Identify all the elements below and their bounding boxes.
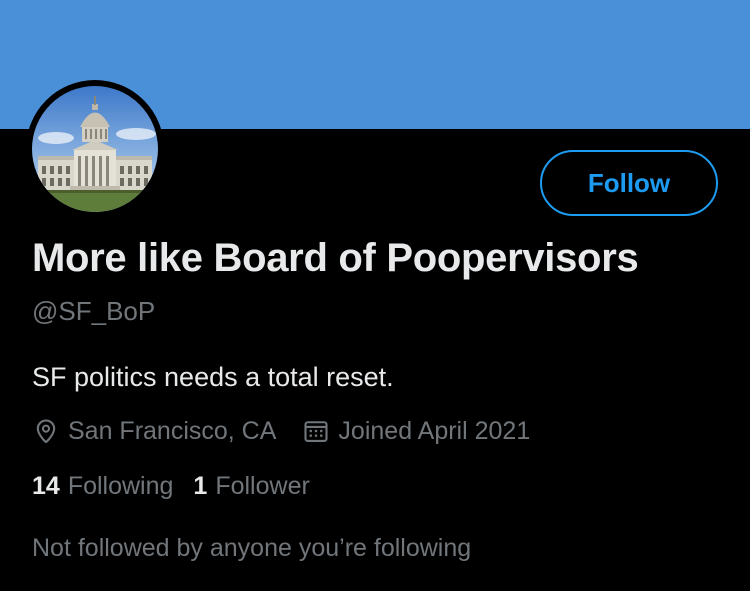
location-text: San Francisco, CA bbox=[68, 416, 277, 445]
calendar-icon bbox=[302, 417, 330, 445]
location: San Francisco, CA bbox=[32, 417, 276, 446]
following-label: Following bbox=[67, 472, 174, 500]
display-name: More like Board of Poopervisors bbox=[32, 236, 639, 280]
followers-count: 1 bbox=[193, 472, 208, 500]
follow-button[interactable]: Follow bbox=[540, 150, 718, 216]
followers-link[interactable]: 1 Follower bbox=[193, 472, 309, 501]
followed-by-note: Not followed by anyone you’re following bbox=[32, 534, 472, 562]
profile-meta: San Francisco, CA Joined April 2021 bbox=[32, 414, 530, 448]
handle: @SF_BoP bbox=[32, 296, 156, 326]
location-pin-icon bbox=[32, 417, 60, 445]
profile-stats: 14 Following 1 Follower bbox=[32, 472, 310, 501]
avatar[interactable] bbox=[26, 80, 164, 218]
following-count: 14 bbox=[32, 472, 60, 500]
following-link[interactable]: 14 Following bbox=[32, 472, 173, 501]
join-date-text: Joined April 2021 bbox=[338, 416, 531, 445]
city-hall-dome-icon bbox=[32, 86, 158, 212]
followers-label: Follower bbox=[215, 472, 310, 500]
bio: SF politics needs a total reset. bbox=[32, 362, 394, 392]
join-date: Joined April 2021 bbox=[302, 417, 530, 446]
